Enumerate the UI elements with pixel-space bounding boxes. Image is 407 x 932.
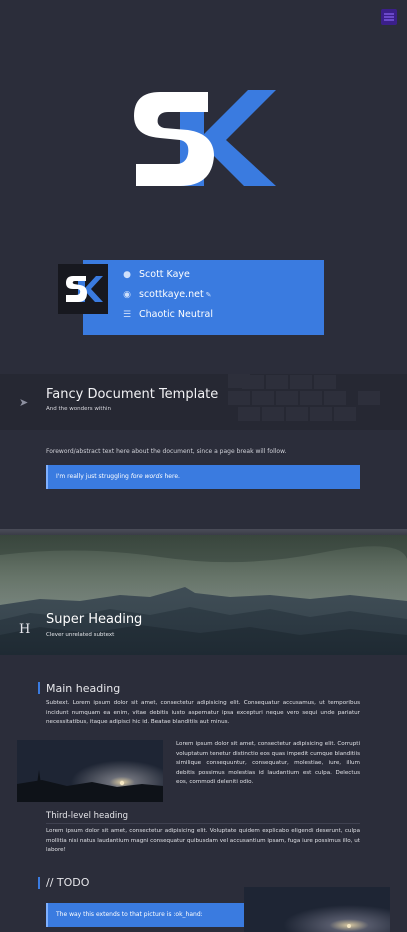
profile-alignment: Chaotic Neutral — [139, 309, 213, 320]
profile-name: Scott Kaye — [139, 269, 190, 280]
heading-underline — [46, 823, 360, 824]
callout-emphasis: fore words — [130, 473, 163, 480]
third-level-heading: Third-level heading — [46, 811, 129, 821]
user-icon: ● — [123, 269, 131, 280]
profile-name-row: ● Scott Kaye — [121, 269, 190, 280]
document-subtitle: And the wonders within — [46, 406, 112, 412]
side-text: Lorem ipsum dolor sit amet, consectetur … — [176, 741, 360, 786]
foreword-text: Foreword/abstract text here about the do… — [46, 448, 287, 455]
night-sky-image — [17, 740, 163, 802]
rocket-icon: ➤ — [19, 396, 29, 409]
hero-subtitle: Clever unrelated subtext — [46, 632, 115, 638]
todo-heading: // TODO — [46, 876, 90, 889]
document-title: Fancy Document Template — [46, 387, 219, 402]
callout-prefix: I'm really just struggling — [56, 473, 131, 480]
profile-alignment-row: ☰ Chaotic Neutral — [121, 309, 213, 320]
todo-callout: The way this extends to that picture is … — [46, 903, 244, 927]
third-level-text: Lorem ipsum dolor sit amet, consectetur … — [46, 828, 360, 854]
night-horizon-image — [244, 887, 390, 932]
heading-icon: H — [19, 622, 31, 637]
main-heading: Main heading — [46, 682, 121, 695]
profile-logo — [58, 264, 108, 314]
profile-website-row[interactable]: ◉ scottkaye.net ✎ — [121, 289, 212, 300]
menu-icon[interactable] — [381, 9, 397, 25]
callout-suffix: here. — [162, 473, 180, 480]
globe-icon: ◉ — [123, 289, 131, 300]
external-link-icon: ✎ — [205, 290, 212, 299]
todo-accent-bar — [38, 877, 40, 889]
foreword-callout: I'm really just struggling fore words he… — [46, 465, 360, 489]
profile-website[interactable]: scottkaye.net — [139, 289, 204, 300]
document-title-band: ➤ Fancy Document Template And the wonder… — [0, 374, 407, 430]
list-icon: ☰ — [122, 309, 132, 320]
logo — [134, 90, 276, 186]
profile-card: ● Scott Kaye ◉ scottkaye.net ✎ ☰ Chaotic… — [83, 260, 324, 335]
hero-title: Super Heading — [46, 612, 143, 627]
hero-banner: H Super Heading Clever unrelated subtext — [0, 535, 407, 655]
main-intro-text: Subtext. Lorem ipsum dolor sit amet, con… — [46, 700, 360, 726]
heading-accent-bar — [38, 682, 40, 694]
